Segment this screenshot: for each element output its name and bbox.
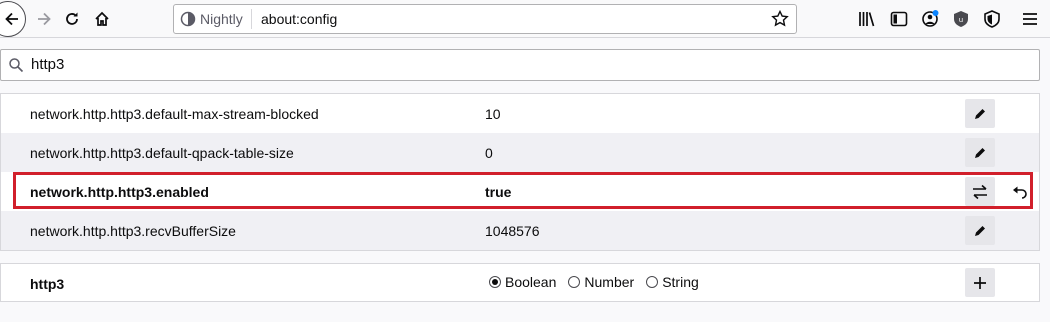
radio-string[interactable]: String bbox=[646, 274, 699, 290]
privacy-shield-icon[interactable] bbox=[982, 9, 1002, 29]
add-button[interactable] bbox=[965, 268, 995, 297]
edit-button[interactable] bbox=[965, 138, 995, 167]
account-icon[interactable] bbox=[920, 9, 940, 29]
sidebar-icon[interactable] bbox=[889, 9, 909, 29]
edit-button[interactable] bbox=[965, 99, 995, 128]
forward-arrow-icon bbox=[38, 12, 51, 26]
pref-value: 0 bbox=[485, 145, 493, 161]
table-row[interactable]: network.http.http3.recvBufferSize 104857… bbox=[1, 211, 1039, 250]
radio-checked-icon bbox=[489, 276, 501, 288]
undo-arrow-icon bbox=[1013, 186, 1027, 199]
nightly-logo-icon bbox=[180, 11, 196, 27]
ublock-shield-icon[interactable]: u bbox=[951, 9, 971, 29]
identity-box[interactable]: Nightly bbox=[180, 9, 252, 29]
pref-name: network.http.http3.default-qpack-table-s… bbox=[30, 145, 294, 161]
radio-label: Boolean bbox=[505, 274, 557, 290]
table-row[interactable]: network.http.http3.default-qpack-table-s… bbox=[1, 133, 1039, 172]
radio-unchecked-icon bbox=[646, 276, 659, 288]
back-arrow-icon bbox=[5, 12, 18, 26]
radio-boolean[interactable]: Boolean bbox=[489, 274, 556, 290]
reset-button[interactable] bbox=[1005, 177, 1035, 206]
toggle-button[interactable] bbox=[965, 177, 995, 206]
home-button[interactable] bbox=[88, 5, 116, 33]
type-radio-group: Boolean Number String bbox=[489, 274, 699, 290]
radio-unchecked-icon bbox=[568, 276, 581, 288]
reload-button[interactable] bbox=[58, 5, 86, 33]
radio-label: Number bbox=[584, 274, 635, 290]
pref-value: 10 bbox=[485, 106, 501, 122]
edit-pencil-icon bbox=[975, 147, 985, 158]
url-bar[interactable]: Nightly about:config bbox=[173, 4, 797, 34]
edit-pencil-icon bbox=[975, 225, 985, 236]
toggle-arrows-icon bbox=[973, 184, 987, 199]
plus-icon bbox=[974, 276, 986, 289]
new-pref-name: http3 bbox=[30, 276, 65, 292]
forward-button[interactable] bbox=[30, 5, 58, 33]
bookmark-star-icon[interactable] bbox=[770, 9, 790, 29]
radio-number[interactable]: Number bbox=[568, 274, 634, 290]
edit-pencil-icon bbox=[975, 108, 985, 119]
home-icon bbox=[95, 11, 109, 26]
edit-button[interactable] bbox=[965, 216, 995, 245]
search-icon bbox=[9, 58, 24, 73]
library-icon[interactable] bbox=[857, 9, 877, 29]
url-text[interactable]: about:config bbox=[261, 11, 337, 27]
preferences-table: network.http.http3.default-max-stream-bl… bbox=[0, 93, 1040, 251]
radio-label: String bbox=[662, 274, 699, 290]
table-row[interactable]: network.http.http3.enabled true bbox=[1, 172, 1039, 211]
reload-icon bbox=[66, 12, 78, 25]
browser-toolbar: Nightly about:config u bbox=[0, 0, 1050, 38]
table-row[interactable]: network.http.http3.default-max-stream-bl… bbox=[1, 94, 1039, 133]
add-pref-row: http3 Boolean Number String bbox=[0, 263, 1040, 302]
pref-name: network.http.http3.recvBufferSize bbox=[30, 223, 236, 239]
search-box[interactable] bbox=[0, 49, 1040, 81]
pref-value: 1048576 bbox=[485, 223, 540, 239]
menu-hamburger-icon[interactable] bbox=[1020, 9, 1040, 29]
pref-name: network.http.http3.enabled bbox=[30, 184, 209, 200]
back-button[interactable] bbox=[0, 1, 26, 37]
search-input[interactable] bbox=[31, 56, 331, 73]
browser-name-label: Nightly bbox=[200, 11, 243, 27]
svg-text:u: u bbox=[959, 16, 963, 24]
pref-name: network.http.http3.default-max-stream-bl… bbox=[30, 106, 319, 122]
pref-value: true bbox=[485, 184, 512, 200]
